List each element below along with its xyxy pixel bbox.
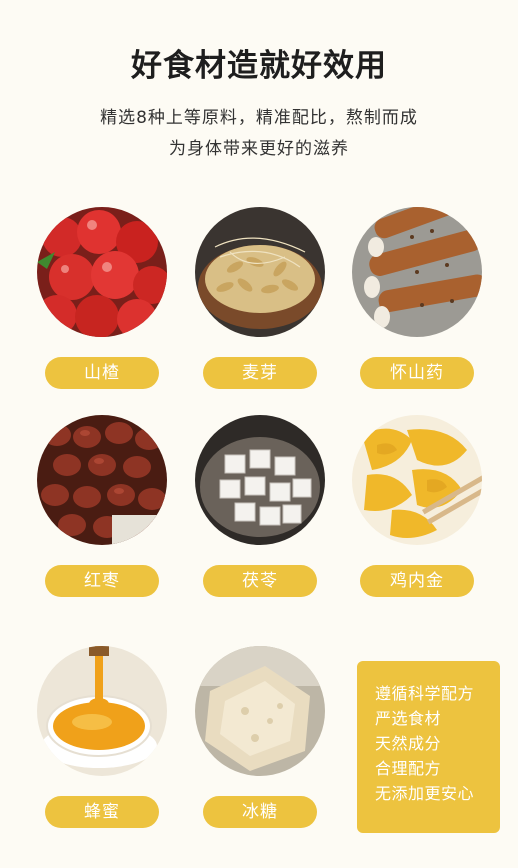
hawthorn-image — [37, 207, 167, 337]
page-title: 好食材造就好效用 — [131, 48, 387, 84]
ingredient-card-honey: 蜂蜜 — [37, 646, 167, 836]
ingredient-card-hawthorn: 山楂 — [37, 207, 167, 397]
ingredient-card-chicken-gizzard-lining: 鸡内金 — [352, 415, 482, 605]
feature-item: 遵循科学配方 — [375, 684, 475, 703]
ingredient-label-honey: 蜂蜜 — [45, 796, 159, 828]
feature-item: 无添加更安心 — [375, 784, 475, 803]
ingredient-label-chicken-gizzard-lining: 鸡内金 — [360, 565, 474, 597]
features-panel: 遵循科学配方 严选食材 天然成分 合理配方 无添加更安心 — [357, 661, 500, 833]
feature-item: 天然成分 — [375, 734, 442, 753]
chicken-gizzard-lining-image — [352, 415, 482, 545]
ingredient-label-red-dates: 红枣 — [45, 565, 159, 597]
chinese-yam-image — [352, 207, 482, 337]
ingredient-label-chinese-yam: 怀山药 — [360, 357, 474, 389]
malt-image — [195, 207, 325, 337]
ingredient-label-poria: 茯苓 — [203, 565, 317, 597]
subtitle-line-2: 为身体带来更好的滋养 — [169, 139, 349, 159]
red-dates-image — [37, 415, 167, 545]
ingredient-card-red-dates: 红枣 — [37, 415, 167, 605]
feature-item: 合理配方 — [375, 759, 442, 778]
subtitle-line-1: 精选8种上等原料，精准配比，熬制而成 — [100, 108, 418, 128]
feature-item: 严选食材 — [375, 709, 442, 728]
ingredient-card-chinese-yam: 怀山药 — [352, 207, 482, 397]
honey-image — [37, 646, 167, 776]
rock-sugar-image — [195, 646, 325, 776]
ingredient-card-poria: 茯苓 — [195, 415, 325, 605]
ingredient-card-malt: 麦芽 — [195, 207, 325, 397]
ingredient-card-rock-sugar: 冰糖 — [195, 646, 325, 836]
poria-image — [195, 415, 325, 545]
ingredient-label-hawthorn: 山楂 — [45, 357, 159, 389]
ingredient-label-rock-sugar: 冰糖 — [203, 796, 317, 828]
ingredient-label-malt: 麦芽 — [203, 357, 317, 389]
